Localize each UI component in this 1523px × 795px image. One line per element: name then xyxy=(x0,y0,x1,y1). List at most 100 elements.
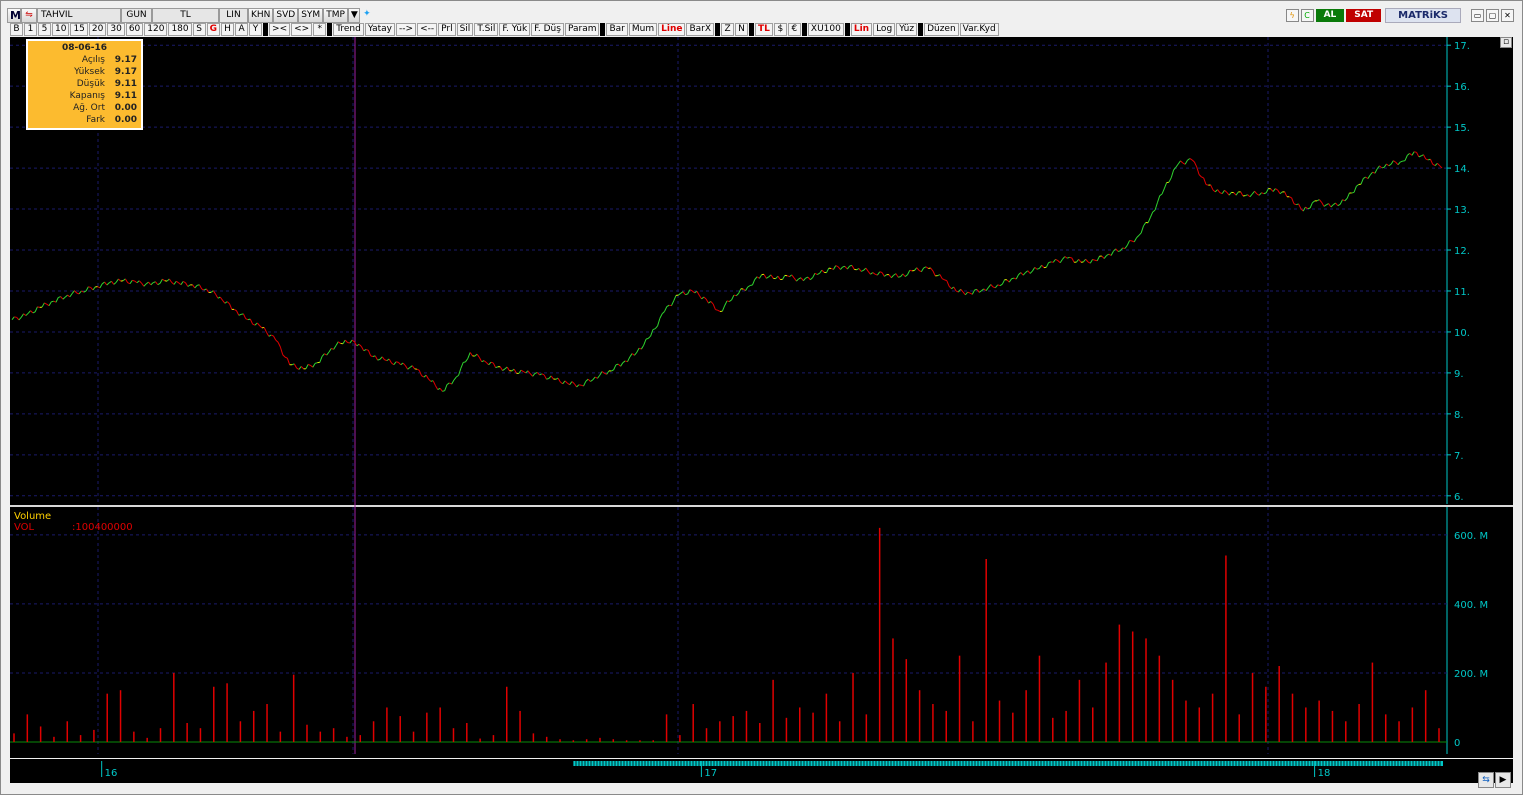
lightning-icon[interactable]: ϟ xyxy=(1285,9,1299,22)
toolbar-button-0[interactable]: B xyxy=(10,23,23,36)
price-segment xyxy=(1397,161,1401,166)
price-segment xyxy=(365,349,369,351)
toolbar-button-41[interactable]: Düzen xyxy=(924,23,959,36)
toolbar-button-1[interactable]: 1 xyxy=(24,23,37,36)
close-icon[interactable]: ✕ xyxy=(1501,9,1514,22)
price-segment xyxy=(884,274,887,277)
logo-icon[interactable]: M xyxy=(7,8,21,23)
toolbar-button-14[interactable]: Y xyxy=(249,23,263,36)
toolbar-button-22[interactable]: Prl xyxy=(438,23,456,36)
toolbar-button-19[interactable]: Yatay xyxy=(364,23,396,36)
price-segment xyxy=(198,284,203,290)
price-segment xyxy=(1201,176,1204,179)
currency-selector[interactable]: TL xyxy=(152,8,219,23)
toolbar-button-15[interactable]: >< xyxy=(269,23,291,36)
price-segment xyxy=(127,282,131,285)
toolbar-button-3[interactable]: 10 xyxy=(52,23,70,36)
price-segment xyxy=(217,296,221,299)
toolbar-button-23[interactable]: Sil xyxy=(456,23,474,36)
twitter-icon[interactable]: ✦ xyxy=(360,8,374,23)
panel-maximize-icon[interactable]: ▫ xyxy=(1500,37,1512,48)
toolbar-button-9[interactable]: 180 xyxy=(168,23,192,36)
price-segment xyxy=(583,380,587,387)
scale-selector[interactable]: LIN xyxy=(219,8,248,23)
price-segment xyxy=(837,266,841,270)
toolbar-button-33[interactable]: N xyxy=(735,23,749,36)
scroll-right-icon[interactable]: ▶ xyxy=(1495,772,1511,788)
price-segment xyxy=(1189,158,1193,161)
price-segment xyxy=(735,293,739,297)
chevron-down-icon[interactable]: ▼ xyxy=(347,8,360,23)
toolbar-button-2[interactable]: 5 xyxy=(38,23,51,36)
toolbar-button-34[interactable]: TL xyxy=(755,23,773,36)
khn-button[interactable]: KHN xyxy=(248,8,274,23)
price-segment xyxy=(393,361,397,366)
refresh-icon[interactable]: C xyxy=(1300,9,1314,22)
toolbar-button-18[interactable]: Trend xyxy=(333,23,364,36)
time-scrollbar[interactable]: 16 17 18 xyxy=(10,759,1513,783)
price-segment xyxy=(483,360,487,363)
toolbar-button-29[interactable]: Mum xyxy=(628,23,658,36)
toolbar-button-6[interactable]: 30 xyxy=(107,23,125,36)
price-segment xyxy=(944,279,947,282)
price-segment xyxy=(1184,160,1188,165)
period-selector[interactable]: GUN xyxy=(121,8,152,23)
toolbar-button-5[interactable]: 20 xyxy=(88,23,107,36)
toolbar-button-25[interactable]: F. Yük xyxy=(499,23,531,36)
svd-button[interactable]: SVD xyxy=(273,8,299,23)
toolbar-button-38[interactable]: Lin xyxy=(850,23,873,36)
toolbar-button-16[interactable]: <> xyxy=(291,23,313,36)
price-segment xyxy=(751,279,756,286)
price-segment xyxy=(435,385,439,390)
price-segment xyxy=(920,267,925,273)
toolbar-button-39[interactable]: Log xyxy=(873,23,896,36)
toolbar-button-8[interactable]: 120 xyxy=(144,23,168,36)
price-segment xyxy=(58,296,61,298)
price-segment xyxy=(851,265,855,270)
price-segment xyxy=(1126,240,1131,246)
price-segment xyxy=(814,272,818,276)
toolbar-button-42[interactable]: Var.Kyd xyxy=(959,23,999,36)
price-segment xyxy=(1076,259,1080,263)
sell-button[interactable]: SAT xyxy=(1346,9,1382,22)
toolbar-button-37[interactable]: XU100 xyxy=(807,23,844,36)
toolbar-button-27[interactable]: Param xyxy=(564,23,600,36)
price-segment xyxy=(1423,154,1427,160)
price-volume-chart[interactable]: 6. 7. 8. 9. 10. 11. 12. 13. 14. 15. 16. 17. 0 200. M 4… xyxy=(10,37,1513,758)
toolbar-separator xyxy=(327,23,333,36)
maximize-icon[interactable]: ▢ xyxy=(1486,9,1499,22)
toolbar-button-26[interactable]: F. Düş xyxy=(531,23,564,36)
price-segment xyxy=(1182,162,1186,165)
price-segment xyxy=(819,269,823,274)
toolbar-button-13[interactable]: A xyxy=(235,23,249,36)
symbol-field[interactable]: TAHVIL xyxy=(37,8,121,23)
price-segment xyxy=(226,301,230,305)
price-segment xyxy=(659,313,663,319)
toolbar-button-7[interactable]: 60 xyxy=(125,23,144,36)
toolbar-button-4[interactable]: 15 xyxy=(70,23,88,36)
toolbar-button-36[interactable]: € xyxy=(787,23,801,36)
toolbar-button-32[interactable]: Z xyxy=(721,23,735,36)
toolbar-button-24[interactable]: T.Sil xyxy=(474,23,499,36)
toolbar-button-12[interactable]: H xyxy=(221,23,235,36)
toolbar-button-40[interactable]: Yüz xyxy=(896,23,918,36)
sync-icon[interactable]: ⇆ xyxy=(1478,772,1494,788)
toolbar-button-28[interactable]: Bar xyxy=(606,23,628,36)
price-segment xyxy=(1022,272,1026,276)
price-segment xyxy=(657,318,661,327)
minimize-icon[interactable]: ▭ xyxy=(1471,9,1484,22)
symbol-search-icon[interactable]: ⇋ xyxy=(21,8,37,23)
toolbar-button-30[interactable]: Line xyxy=(658,23,686,36)
toolbar-button-35[interactable]: $ xyxy=(773,23,787,36)
toolbar-button-31[interactable]: BarX xyxy=(686,23,715,36)
price-segment xyxy=(1344,198,1348,202)
toolbar-button-10[interactable]: S xyxy=(192,23,206,36)
price-segment xyxy=(1011,277,1015,280)
toolbar-button-21[interactable]: <-- xyxy=(417,23,438,36)
tmp-button[interactable]: TMP xyxy=(323,8,348,23)
buy-button[interactable]: AL xyxy=(1315,9,1345,22)
toolbar-button-20[interactable]: --> xyxy=(396,23,417,36)
toolbar-button-11[interactable]: G xyxy=(206,23,221,36)
sym-button[interactable]: SYM xyxy=(298,8,324,23)
toolbar-button-17[interactable]: * xyxy=(313,23,327,36)
